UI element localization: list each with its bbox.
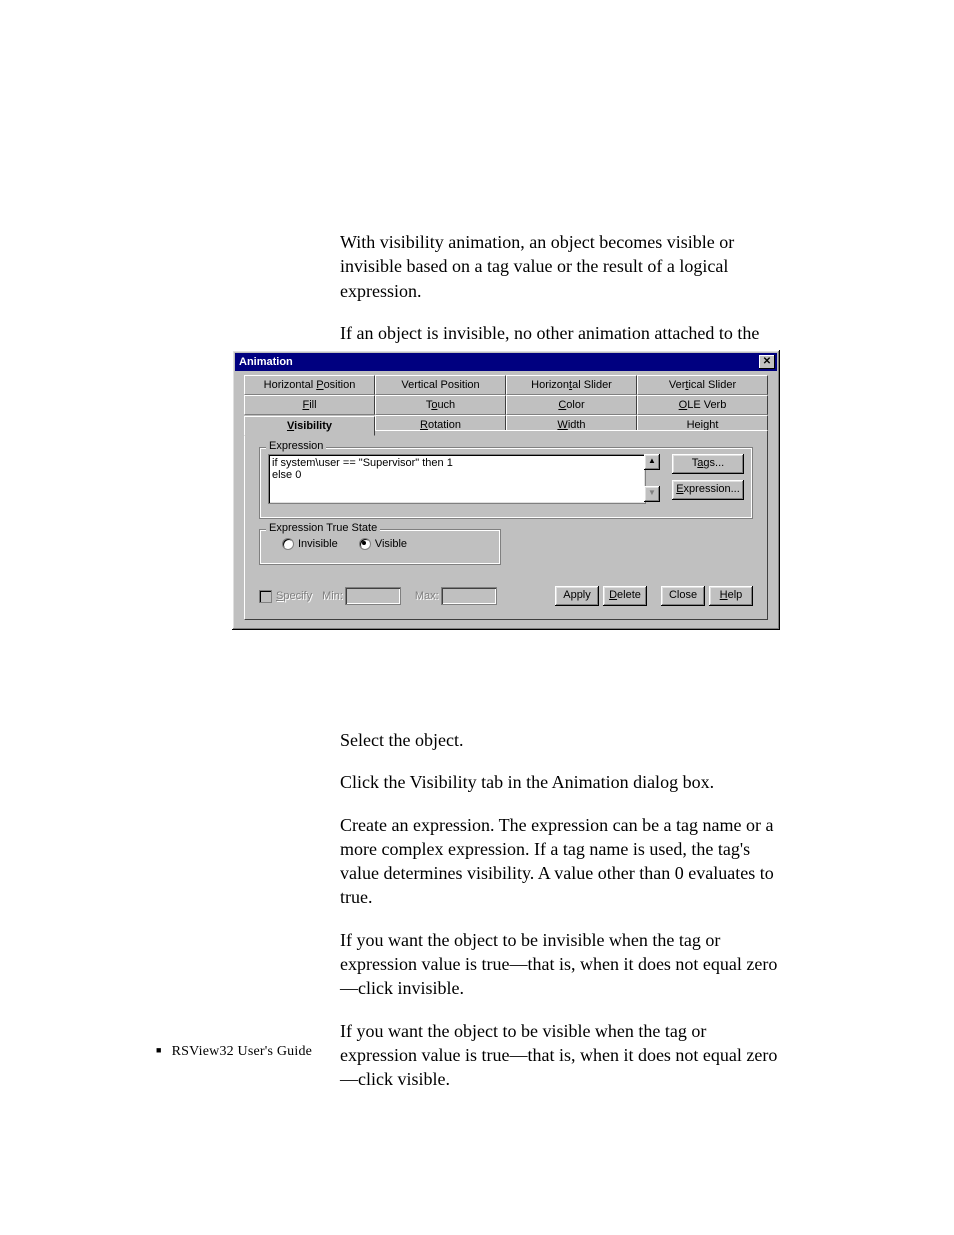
dialog-titlebar: Animation ✕ bbox=[235, 353, 777, 371]
expression-textarea[interactable]: if system\user == "Supervisor" then 1 el… bbox=[268, 454, 646, 504]
radio-invisible[interactable]: Invisible bbox=[282, 538, 338, 550]
specify-checkbox bbox=[259, 590, 272, 603]
scroll-up-icon[interactable]: ▲ bbox=[644, 454, 660, 470]
animation-dialog: Animation ✕ Horizontal Position Vertical… bbox=[232, 350, 780, 630]
close-button[interactable]: Close bbox=[661, 586, 705, 606]
radio-visible-label: Visible bbox=[375, 538, 407, 550]
apply-button[interactable]: Apply bbox=[555, 586, 599, 606]
help-button[interactable]: Help bbox=[709, 586, 753, 606]
specify-label: Specify bbox=[276, 590, 312, 602]
step-3: Create an expression. The expression can… bbox=[340, 813, 780, 910]
group-true-state: Expression True State Invisible Visible bbox=[259, 529, 501, 565]
step-5: If you want the object to be visible whe… bbox=[340, 1019, 780, 1092]
close-icon[interactable]: ✕ bbox=[759, 355, 775, 369]
scroll-down-icon[interactable]: ▼ bbox=[644, 486, 660, 502]
delete-button[interactable]: Delete bbox=[603, 586, 647, 606]
step-4: If you want the object to be invisible w… bbox=[340, 928, 780, 1001]
intro-paragraph-1: With visibility animation, an object bec… bbox=[340, 230, 780, 303]
tab-ole-verb[interactable]: OLE Verb bbox=[637, 395, 768, 415]
tab-fill[interactable]: Fill bbox=[244, 395, 375, 415]
dialog-panel: Expression if system\user == "Supervisor… bbox=[244, 430, 768, 620]
tab-strip: Horizontal Position Vertical Position Ho… bbox=[244, 375, 768, 435]
tab-touch[interactable]: Touch bbox=[375, 395, 506, 415]
page: With visibility animation, an object bec… bbox=[0, 0, 954, 1235]
radio-invisible-label: Invisible bbox=[298, 538, 338, 550]
group-expression: Expression if system\user == "Supervisor… bbox=[259, 447, 753, 519]
tab-vertical-position[interactable]: Vertical Position bbox=[375, 375, 506, 395]
min-label: Min: bbox=[322, 590, 343, 602]
footer-bullet-icon: ■ bbox=[156, 1045, 162, 1055]
step-1: Select the object. bbox=[340, 728, 780, 752]
max-input bbox=[441, 587, 497, 605]
max-label: Max: bbox=[415, 590, 439, 602]
tab-color[interactable]: Color bbox=[506, 395, 637, 415]
radio-visible[interactable]: Visible bbox=[359, 538, 407, 550]
min-input bbox=[345, 587, 401, 605]
tags-button[interactable]: Tags... bbox=[672, 454, 744, 474]
expression-button[interactable]: Expression... bbox=[672, 480, 744, 500]
step-2: Click the Visibility tab in the Animatio… bbox=[340, 770, 780, 794]
steps-block: Select the object. Click the Visibility … bbox=[340, 728, 780, 1110]
tab-visibility[interactable]: Visibility bbox=[244, 416, 375, 436]
tab-horizontal-position[interactable]: Horizontal Position bbox=[244, 375, 375, 395]
footer-text: RSView32 User's Guide bbox=[172, 1044, 312, 1059]
dialog-bottom-row: Specify Min: Max: Apply Delete Close Hel… bbox=[259, 585, 753, 607]
tab-vertical-slider[interactable]: Vertical Slider bbox=[637, 375, 768, 395]
dialog-title: Animation bbox=[239, 353, 293, 371]
group-expression-legend: Expression bbox=[266, 440, 326, 452]
group-true-state-legend: Expression True State bbox=[266, 522, 380, 534]
page-footer: ■ RSView32 User's Guide bbox=[156, 1044, 312, 1060]
tab-horizontal-slider[interactable]: Horizontal Slider bbox=[506, 375, 637, 395]
